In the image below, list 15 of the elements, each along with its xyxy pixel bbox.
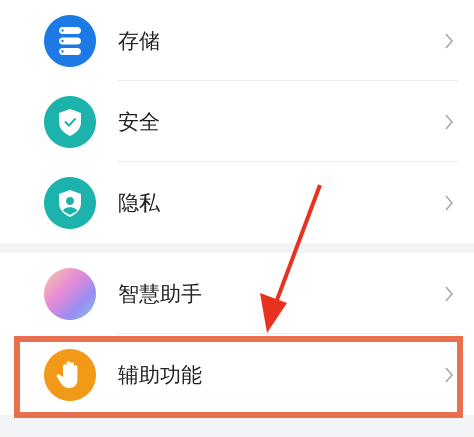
chevron-right-icon [444, 284, 454, 302]
hand-icon [44, 348, 96, 400]
chevron-right-icon [444, 194, 454, 212]
storage-icon [44, 14, 96, 66]
chevron-right-icon [444, 112, 454, 130]
setting-label[interactable]: 存储 [118, 26, 444, 54]
setting-label[interactable]: 隐私 [118, 188, 444, 216]
shield-person-icon [44, 176, 96, 228]
chevron-right-icon [444, 32, 454, 50]
gradient-orb-icon [44, 268, 96, 320]
setting-label[interactable]: 智慧助手 [118, 280, 444, 308]
chevron-right-icon [444, 366, 454, 384]
setting-label[interactable]: 安全 [118, 108, 444, 136]
setting-label[interactable]: 辅助功能 [118, 360, 444, 388]
shield-check-icon [44, 96, 96, 148]
